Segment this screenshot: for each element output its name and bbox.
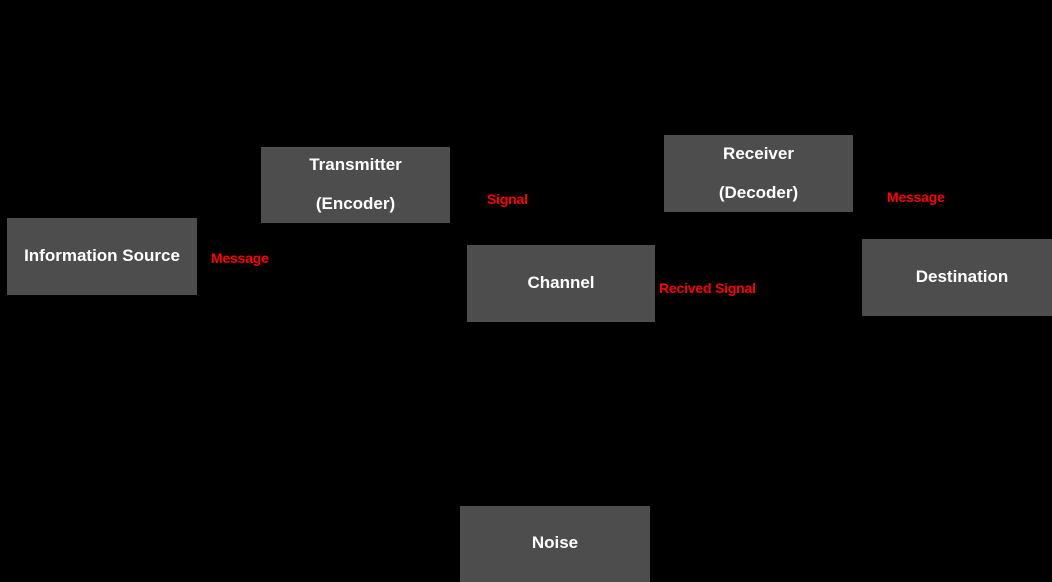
node-receiver-label-2: (Decoder) (718, 182, 799, 202)
node-noise-label-1: Noise (531, 533, 579, 552)
node-information-source-label-1: Information Source (24, 246, 180, 266)
node-receiver-label-1: Receiver (723, 143, 794, 163)
node-noise[interactable]: Noise (460, 506, 650, 582)
edge-label-message-source: Message (211, 250, 269, 266)
node-channel[interactable]: Channel (467, 245, 655, 322)
node-destination[interactable]: Destination (862, 239, 1052, 316)
edge-label-recived-signal: Recived Signal (659, 280, 756, 296)
node-transmitter-label-1: Transmitter (309, 155, 402, 175)
edge-label-message-destination: Message (887, 189, 945, 205)
node-transmitter[interactable]: Transmitter (Encoder) (261, 147, 450, 223)
node-receiver[interactable]: Receiver (Decoder) (664, 135, 853, 212)
diagram-canvas: Information Source Transmitter (Encoder)… (0, 0, 1052, 582)
edge-label-signal: Signal (487, 191, 528, 207)
node-information-source[interactable]: Information Source (7, 218, 197, 295)
node-destination-label-1: Destination (915, 267, 1009, 287)
node-transmitter-label-2: (Encoder) (315, 194, 396, 213)
node-channel-label-1: Channel (527, 273, 595, 293)
